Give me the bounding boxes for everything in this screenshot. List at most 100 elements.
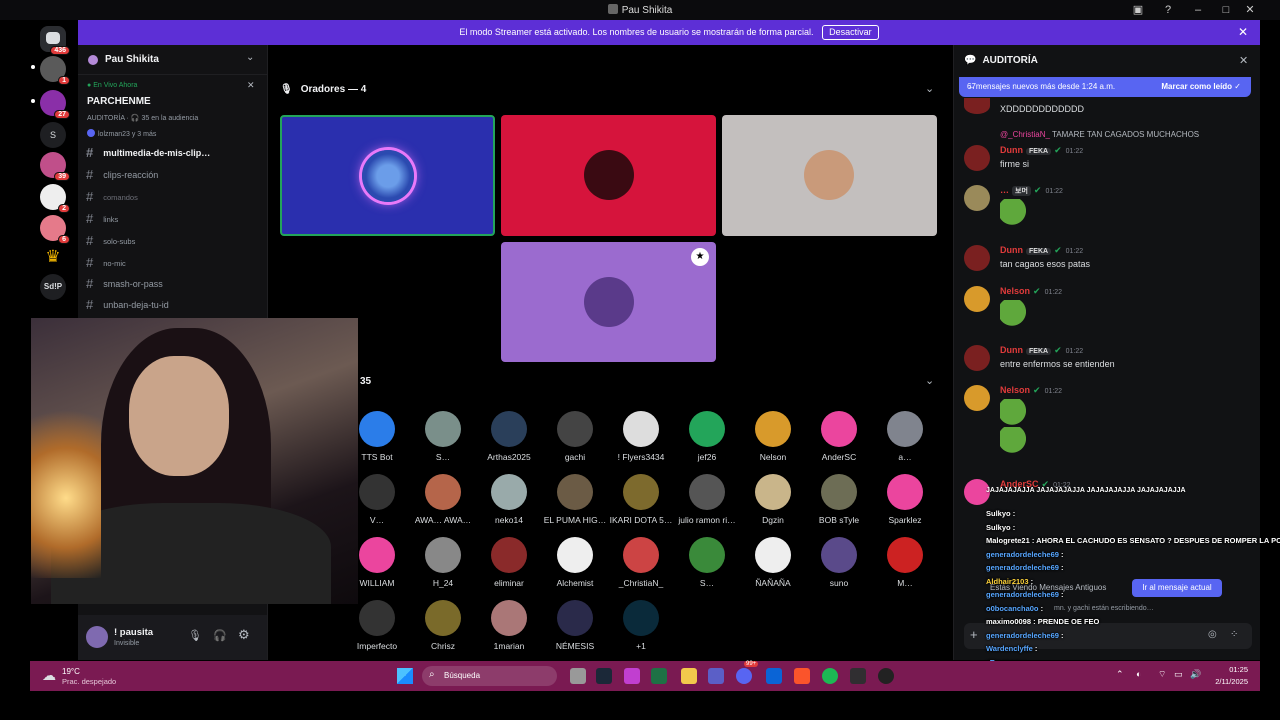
channel-clips[interactable]: # clips-reacción	[86, 167, 158, 182]
message-avatar[interactable]	[964, 286, 990, 312]
audience-member[interactable]: Imperfecto	[342, 600, 412, 651]
server-icon-1[interactable]: 1	[40, 56, 70, 85]
audience-member[interactable]: NÉMESIS	[540, 600, 610, 651]
apps-icon[interactable]: ⁘	[1230, 629, 1238, 640]
crown-server-icon[interactable]: ♛	[40, 244, 66, 270]
copilot-icon[interactable]	[624, 668, 640, 684]
message-author[interactable]: … 보머 ✔ 01:22	[1000, 185, 1063, 196]
message-avatar[interactable]	[964, 385, 990, 411]
audience-member[interactable]: neko14	[474, 474, 544, 525]
message-author[interactable]: Dunn FEKA ✔ 01:22	[1000, 245, 1083, 256]
message-author[interactable]: Dunn FEKA ✔ 01:22	[1000, 345, 1083, 356]
speaker-tile-2[interactable]	[501, 115, 716, 236]
brave-icon[interactable]	[794, 668, 810, 684]
start-icon[interactable]	[397, 668, 413, 684]
audience-member[interactable]: julio ramon ri…	[672, 474, 742, 525]
audience-member[interactable]: suno	[804, 537, 874, 588]
help-icon[interactable]: ?	[1160, 2, 1176, 18]
audience-member[interactable]: 1marian	[474, 600, 544, 651]
audience-member[interactable]: ÑAÑAÑA	[738, 537, 808, 588]
channel-links[interactable]: # links	[86, 211, 118, 226]
audience-member[interactable]: _ChristiaN_	[606, 537, 676, 588]
message-avatar[interactable]	[964, 185, 990, 211]
plus-icon[interactable]: +	[970, 627, 978, 642]
channel-smash-or-pass[interactable]: # smash-or-pass	[86, 276, 163, 291]
maximize-button[interactable]: □	[1218, 2, 1234, 18]
minimize-button[interactable]: –	[1190, 2, 1206, 18]
chevron-down-icon[interactable]: ⌄	[925, 374, 934, 387]
message-author[interactable]: Nelson ✔ 01:22	[1000, 385, 1062, 396]
user-avatar[interactable]	[86, 626, 108, 648]
gear-icon[interactable]: ⚙	[238, 627, 250, 643]
audience-member[interactable]: +1	[606, 600, 676, 651]
audience-member[interactable]: gachi	[540, 411, 610, 462]
message-avatar[interactable]	[964, 145, 990, 171]
clock-date[interactable]: 2/11/2025	[1206, 677, 1248, 686]
server-icon-2[interactable]: 27	[40, 90, 70, 119]
tray-icon[interactable]: ◐	[1136, 669, 1141, 679]
server-icon-6[interactable]: 6	[40, 215, 70, 244]
jump-to-present-button[interactable]: Ir al mensaje actual	[1132, 579, 1222, 597]
mark-read-button[interactable]: Marcar como leído ✓	[1161, 77, 1241, 97]
channel-unban[interactable]: # unban-deja-tu-id	[86, 297, 169, 312]
server-icon-3[interactable]: S	[40, 122, 66, 148]
channel-comandos[interactable]: # comandos	[86, 189, 138, 204]
discord-icon[interactable]: 99+	[736, 661, 759, 684]
audience-member[interactable]: BOB sTyle	[804, 474, 874, 525]
server-icon-5[interactable]: 2	[40, 184, 70, 213]
audience-member[interactable]: ! Flyers3434	[606, 411, 676, 462]
audience-member[interactable]: jef26	[672, 411, 742, 462]
close-banner-icon[interactable]: ✕	[1238, 20, 1248, 45]
audience-member[interactable]: eliminar	[474, 537, 544, 588]
server-icon-sdp[interactable]: Sd!P	[40, 274, 66, 300]
volume-icon[interactable]: 🔊	[1190, 669, 1201, 680]
audience-member[interactable]: S…	[408, 411, 478, 462]
audience-member[interactable]: Alchemist	[540, 537, 610, 588]
file-explorer-icon[interactable]	[681, 668, 697, 684]
audience-member[interactable]: M…	[870, 537, 940, 588]
obs-icon[interactable]	[850, 668, 866, 684]
headphones-icon[interactable]: 🎧	[213, 629, 227, 642]
speaker-tile-3[interactable]	[722, 115, 937, 236]
channel-multimedia[interactable]: # multimedia-de-mis-clip…	[86, 145, 210, 160]
outlook-icon[interactable]	[766, 668, 782, 684]
clock-time[interactable]: 01:25	[1216, 665, 1248, 674]
message-author[interactable]: Nelson ✔ 01:22	[1000, 286, 1062, 297]
audience-member[interactable]: AWA… AWA…	[408, 474, 478, 525]
audience-member[interactable]: Nelson	[738, 411, 808, 462]
reply-preview[interactable]: @_ChristiaN_ TAMARE TAN CAGADOS MUCHACHO…	[1000, 130, 1199, 139]
message-author[interactable]: Dunn FEKA ✔ 01:22	[1000, 145, 1083, 156]
close-window-button[interactable]: ✕	[1242, 2, 1258, 18]
speaker-tile-1[interactable]	[280, 115, 495, 236]
sticker-icon[interactable]: ◎	[1208, 629, 1217, 640]
microphone-icon[interactable]: 🎙	[188, 629, 202, 642]
audience-member[interactable]: a…	[870, 411, 940, 462]
audience-member[interactable]: IKARI DOTA 5…	[606, 474, 676, 525]
spotify-icon[interactable]	[822, 668, 838, 684]
close-chat-icon[interactable]: ✕	[1239, 54, 1248, 67]
inbox-icon[interactable]: ▣	[1130, 2, 1146, 18]
deactivate-button[interactable]: Desactivar	[822, 25, 879, 40]
battery-icon[interactable]: ▭	[1174, 669, 1183, 680]
close-live-icon[interactable]: ✕	[247, 80, 255, 91]
teams-icon[interactable]	[708, 668, 724, 684]
chevron-up-icon[interactable]: ⌃	[1116, 669, 1124, 680]
task-view-icon[interactable]	[570, 668, 586, 684]
message-avatar[interactable]	[964, 245, 990, 271]
excel-icon[interactable]	[651, 668, 667, 684]
new-messages-bar[interactable]: 6̶7mensajes nuevos más desde 1:24 a.m. M…	[959, 77, 1251, 97]
chevron-down-icon[interactable]: ⌄	[925, 82, 934, 95]
home-button[interactable]: 436	[40, 26, 70, 55]
speaker-tile-4[interactable]: ★	[501, 242, 716, 362]
audience-member[interactable]: Sparklez	[870, 474, 940, 525]
audience-member[interactable]: Dgzin	[738, 474, 808, 525]
channel-solo-subs[interactable]: # solo-subs	[86, 233, 135, 248]
audience-member[interactable]: H_24	[408, 537, 478, 588]
app-icon[interactable]	[878, 668, 894, 684]
stage-name[interactable]: PARCHENME	[87, 96, 151, 107]
audience-member[interactable]: AnderSC	[804, 411, 874, 462]
wifi-icon[interactable]: ⌔	[1158, 669, 1166, 680]
audience-member[interactable]: EL PUMA HIG…	[540, 474, 610, 525]
weather-icon[interactable]: ☁	[42, 667, 56, 684]
search-box[interactable]: ⌕ Búsqueda	[422, 666, 557, 686]
